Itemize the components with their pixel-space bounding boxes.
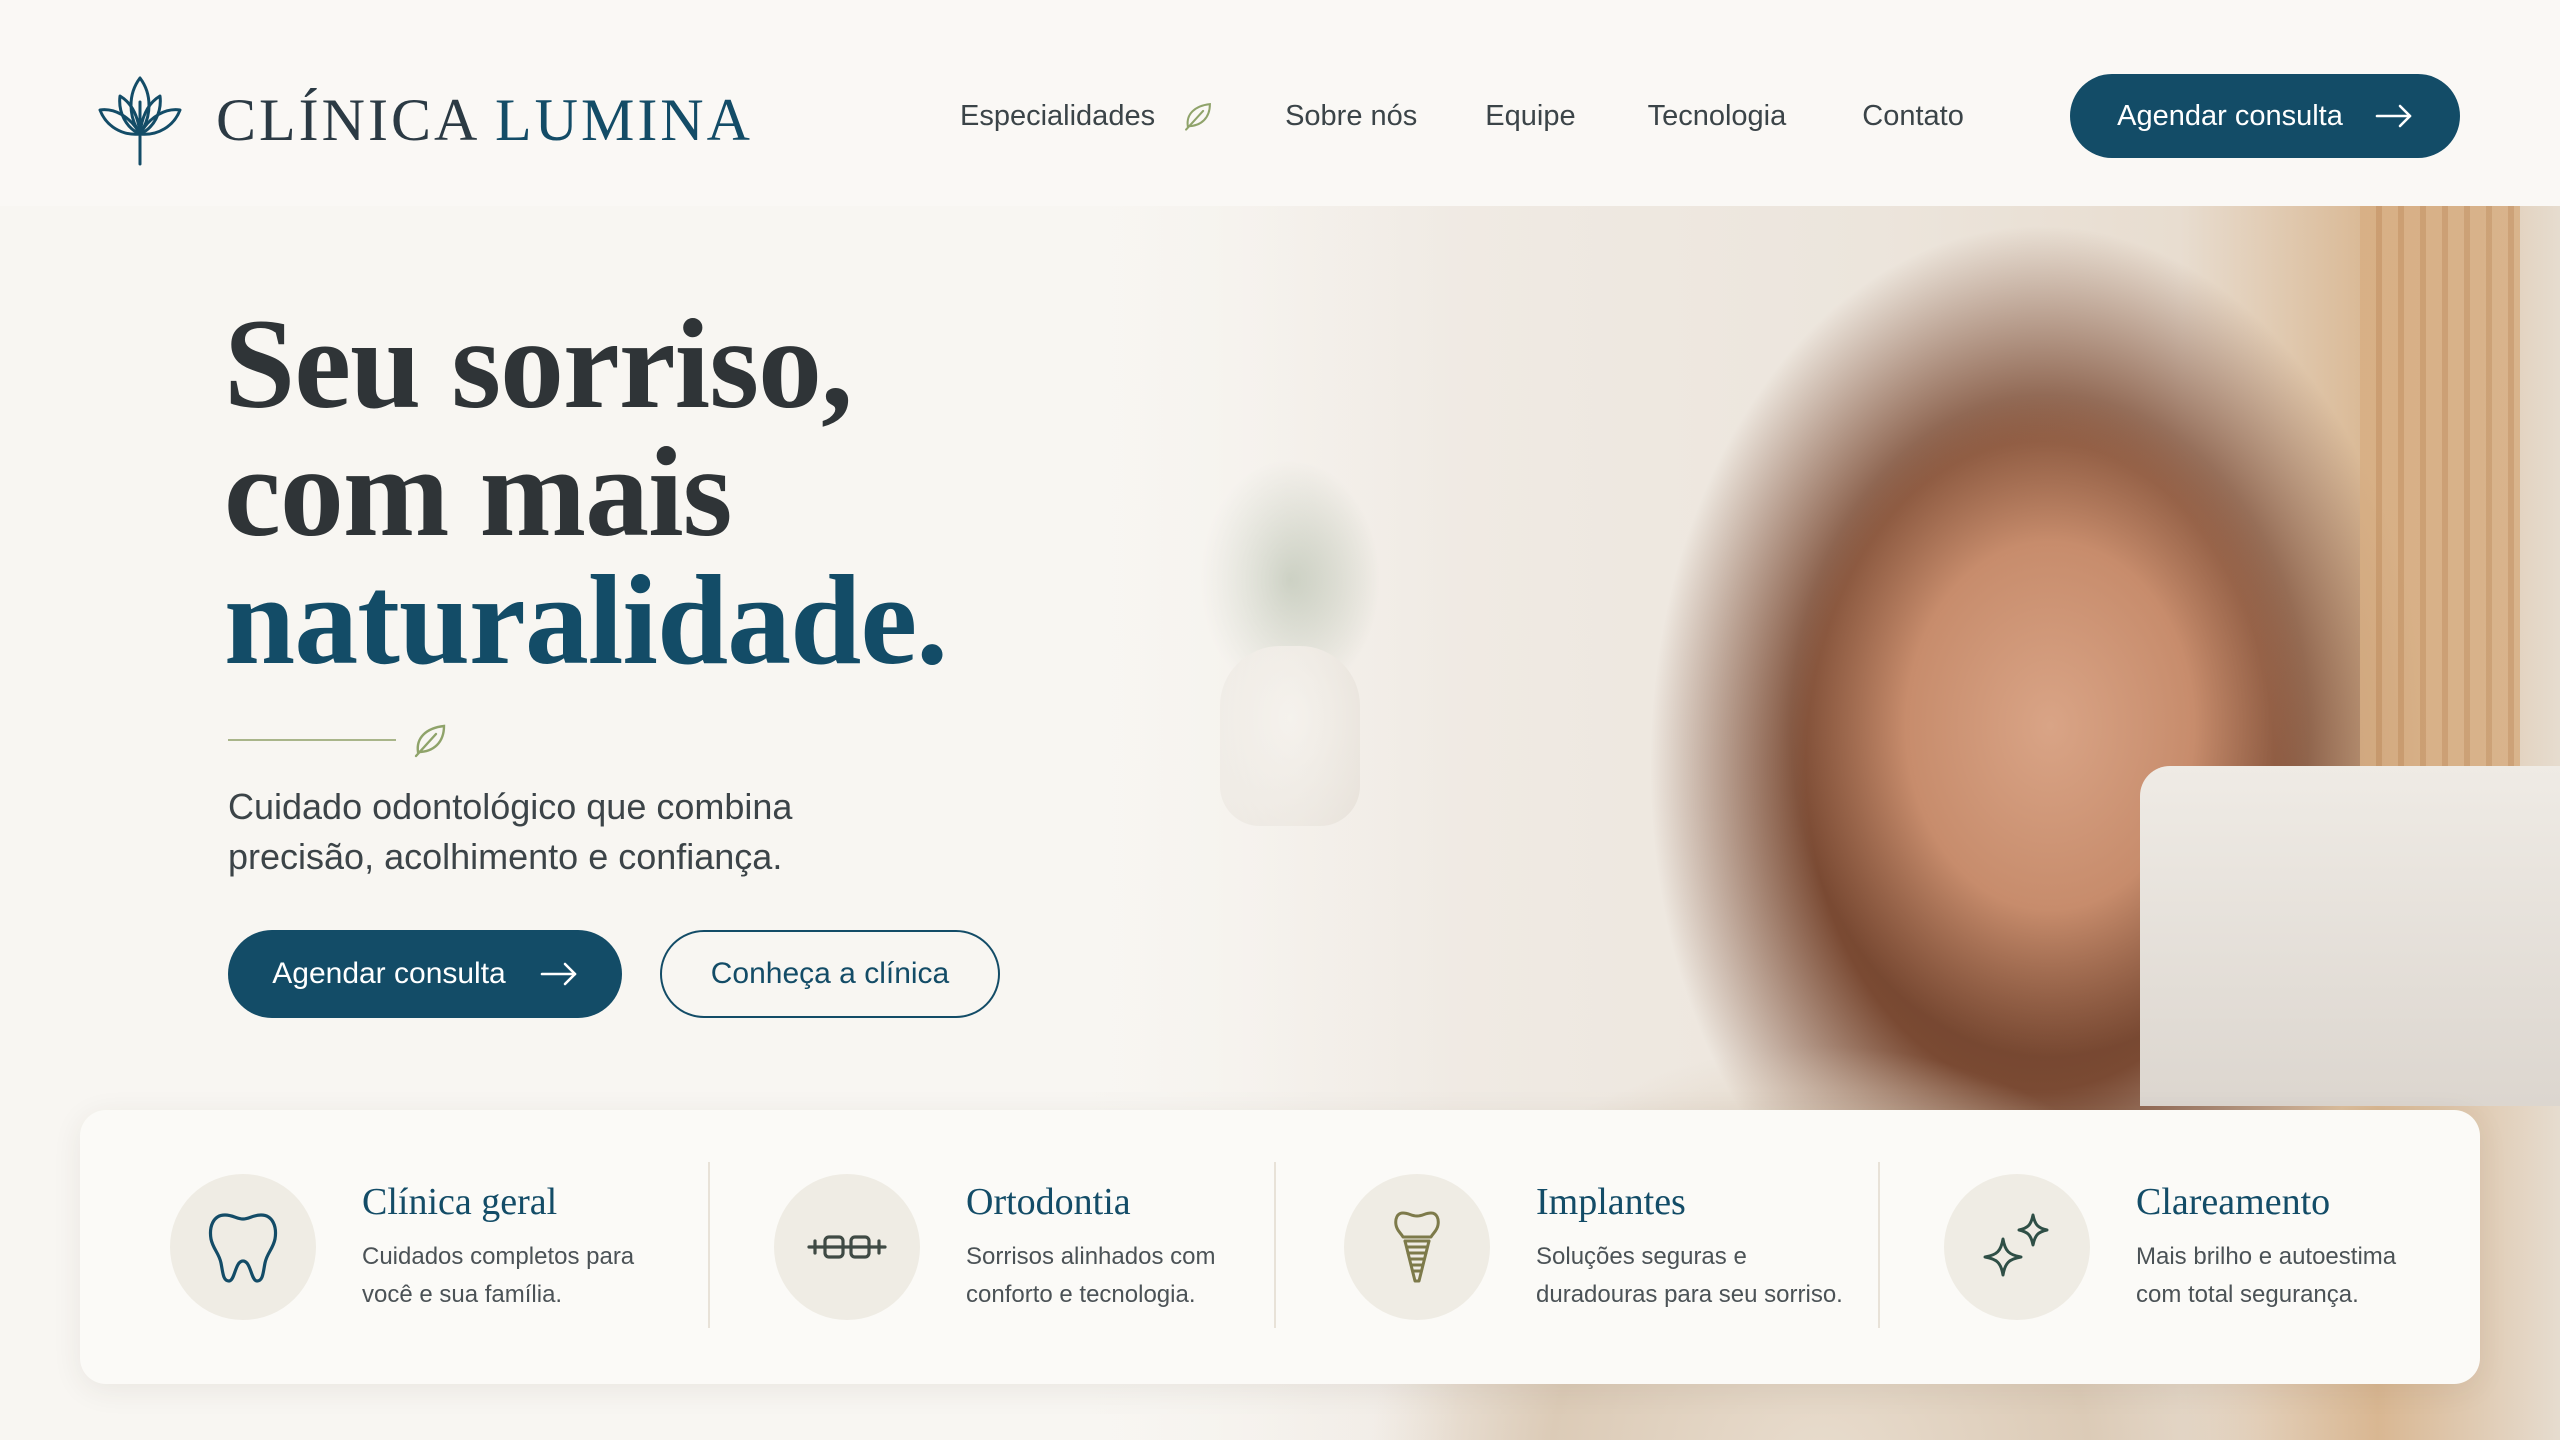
divider-line — [228, 739, 396, 741]
main-nav: Especialidades Sobre nós Equipe Tecnolog… — [960, 88, 1964, 144]
service-ortodontia[interactable]: Ortodontia Sorrisos alinhados com confor… — [708, 1110, 1274, 1384]
nav-item-contato[interactable]: Contato — [1862, 88, 1964, 144]
nav-item-label: Tecnologia — [1647, 99, 1787, 132]
page: CLÍNICA LUMINA Especialidades Sobre nós … — [0, 0, 2560, 1440]
nav-item-label: Especialidades — [960, 99, 1156, 132]
hero-subtitle-line-2: precisão, acolhimento e confiança. — [228, 836, 783, 877]
service-clareamento[interactable]: Clareamento Mais brilho e autoestima com… — [1878, 1110, 2480, 1384]
service-icon-circle — [1944, 1174, 2090, 1320]
brand-name-part1: CLÍNICA — [216, 86, 477, 153]
hero-title-line-2: com mais — [224, 421, 732, 563]
service-desc-line: duradouras para seu sorriso. — [1536, 1281, 1843, 1308]
services-card: Clínica geral Cuidados completos para vo… — [80, 1110, 2480, 1384]
service-desc-line: você e sua família. — [362, 1281, 563, 1308]
service-desc-line: conforto e tecnologia. — [966, 1281, 1196, 1308]
lotus-logo-icon — [98, 76, 182, 166]
service-description: Cuidados completos para você e sua famíl… — [362, 1238, 634, 1314]
service-title: Implantes — [1536, 1181, 1686, 1223]
service-description: Sorrisos alinhados com conforto e tecnol… — [966, 1238, 1215, 1314]
nav-item-equipe[interactable]: Equipe — [1485, 88, 1575, 144]
brand-name: CLÍNICA LUMINA — [216, 86, 753, 155]
service-description: Mais brilho e autoestima com total segur… — [2136, 1238, 2396, 1314]
sparkle-icon — [1983, 1213, 2049, 1277]
hero-subtitle-line-1: Cuidado odontológico que combina — [228, 786, 793, 827]
hero-title-line-1: Seu sorriso, — [224, 293, 853, 435]
service-desc-line: Cuidados completos para — [362, 1243, 635, 1270]
service-desc-line: Mais brilho e autoestima — [2136, 1243, 2397, 1270]
service-description: Soluções seguras e duradouras para seu s… — [1536, 1238, 1843, 1314]
discover-clinic-button[interactable]: Conheça a clínica — [660, 930, 1000, 1018]
service-title: Clínica geral — [362, 1181, 558, 1223]
service-title: Clareamento — [2136, 1181, 2331, 1223]
header-schedule-button[interactable]: Agendar consulta — [2070, 74, 2460, 158]
nav-item-label: Sobre nós — [1285, 99, 1418, 132]
service-icon-circle — [1344, 1174, 1490, 1320]
service-text: Ortodontia Sorrisos alinhados com confor… — [966, 1180, 1215, 1314]
nav-item-tecnologia[interactable]: Tecnologia — [1648, 88, 1787, 144]
arrow-right-icon — [2375, 104, 2412, 128]
header-schedule-label: Agendar consulta — [2117, 99, 2343, 132]
service-text: Clareamento Mais brilho e autoestima com… — [2136, 1180, 2396, 1314]
hero-subtitle: Cuidado odontológico que combina precisã… — [228, 782, 948, 882]
service-implantes[interactable]: Implantes Soluções seguras e duradouras … — [1274, 1110, 1878, 1384]
logo[interactable]: CLÍNICA LUMINA — [96, 70, 753, 170]
hero-schedule-label: Agendar consulta — [272, 957, 506, 990]
site-header: CLÍNICA LUMINA Especialidades Sobre nós … — [0, 0, 2560, 206]
nav-item-especialidades[interactable]: Especialidades — [960, 88, 1215, 144]
hero-divider — [228, 720, 450, 760]
leaf-icon — [414, 724, 446, 758]
discover-clinic-label: Conheça a clínica — [710, 957, 950, 990]
implant-icon — [1394, 1211, 1440, 1283]
hero-title: Seu sorriso, com mais naturalidade. — [224, 300, 1124, 684]
braces-icon — [807, 1235, 887, 1259]
nav-item-label: Contato — [1862, 99, 1964, 132]
service-clinica-geral[interactable]: Clínica geral Cuidados completos para vo… — [80, 1110, 708, 1384]
hero-title-line-3: naturalidade. — [224, 549, 948, 691]
service-desc-line: com total segurança. — [2136, 1281, 2359, 1308]
leaf-icon — [1185, 102, 1211, 131]
tooth-icon — [208, 1213, 278, 1283]
arrow-right-icon — [540, 962, 577, 986]
service-icon-circle — [774, 1174, 920, 1320]
service-desc-line: Sorrisos alinhados com — [966, 1243, 1216, 1270]
service-icon-circle — [170, 1174, 316, 1320]
brand-name-part2: LUMINA — [495, 86, 753, 153]
nav-item-sobre-nos[interactable]: Sobre nós — [1285, 88, 1417, 144]
service-desc-line: Soluções seguras e — [1536, 1243, 1747, 1270]
service-text: Implantes Soluções seguras e duradouras … — [1536, 1180, 1843, 1314]
service-text: Clínica geral Cuidados completos para vo… — [362, 1180, 634, 1314]
wood-panel-decoration — [2360, 206, 2520, 846]
service-title: Ortodontia — [966, 1181, 1131, 1223]
hero-schedule-button[interactable]: Agendar consulta — [228, 930, 622, 1018]
nav-item-label: Equipe — [1485, 99, 1576, 132]
